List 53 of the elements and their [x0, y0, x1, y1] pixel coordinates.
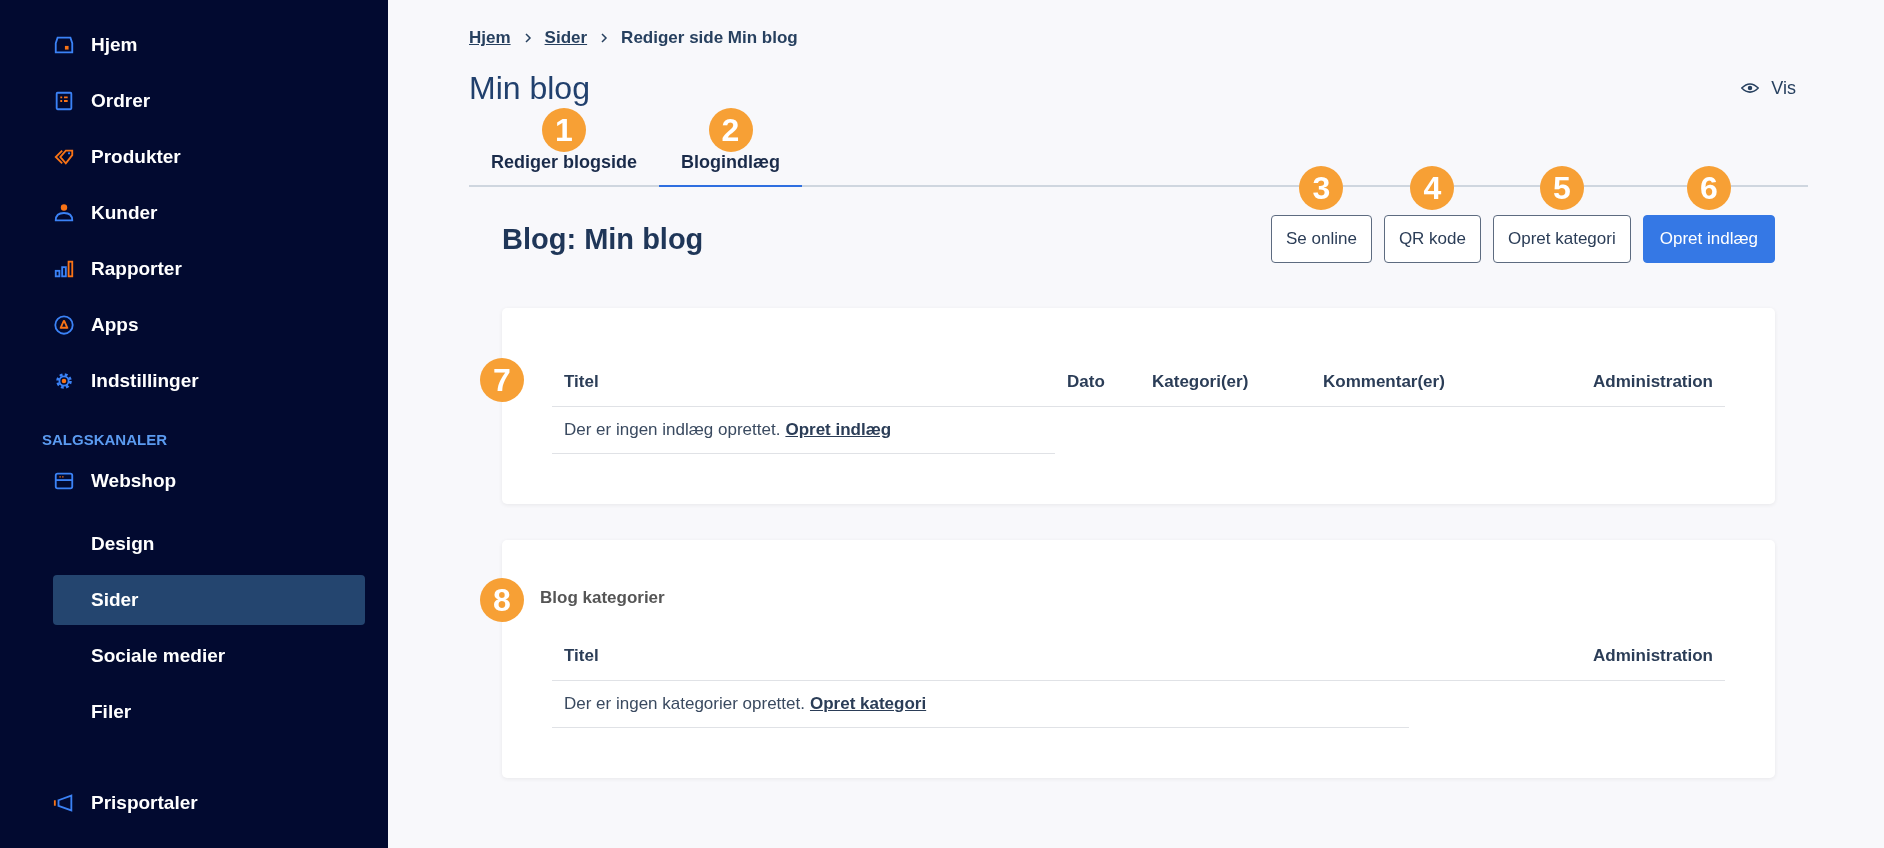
apps-icon: [53, 314, 75, 336]
eye-icon: [1741, 82, 1760, 94]
nav-item[interactable]: Ordrer: [0, 73, 388, 129]
callout-badge: 7: [480, 358, 524, 402]
create-link[interactable]: Opret indlæg: [785, 420, 892, 440]
column-header: Titel: [563, 372, 600, 392]
page-title: Min blog: [469, 69, 590, 108]
callout-badge: 3: [1299, 166, 1344, 210]
nav-subitem[interactable]: Sider: [53, 575, 365, 625]
column-header: Titel: [563, 646, 600, 666]
person-icon: [53, 202, 75, 224]
empty-message: Der er ingen indlæg oprettet.: [564, 420, 781, 440]
chevron-icon: [599, 33, 610, 43]
settings-icon: [53, 370, 75, 392]
nav-item[interactable]: Hjem: [0, 17, 388, 73]
column-header: Administration: [1592, 372, 1714, 392]
home-icon: [53, 34, 75, 56]
callout-badge: 8: [480, 578, 524, 622]
callout-badge: 4: [1410, 166, 1455, 210]
column-header: Kategori(er): [1151, 372, 1250, 392]
callout-badge: 5: [1539, 166, 1584, 210]
section-label: SALGSKANALER: [41, 430, 168, 450]
breadcrumb-link[interactable]: Hjem: [469, 28, 511, 48]
nav-item[interactable]: Produkter: [0, 129, 388, 185]
nav-item[interactable]: Rapporter: [0, 241, 388, 297]
nav-item[interactable]: Apps: [0, 297, 388, 353]
nav-item[interactable]: Indstillinger: [0, 353, 388, 409]
bar-chart-icon: [53, 258, 75, 280]
callout-badge: 1: [542, 108, 586, 152]
nav-item[interactable]: Webshop: [0, 453, 388, 509]
chevron-icon: [522, 33, 533, 43]
column-header: Administration: [1592, 646, 1714, 666]
breadcrumb-current: Rediger side Min blog: [621, 28, 798, 48]
store-icon: [53, 470, 75, 492]
empty-message: Der er ingen kategorier oprettet.: [564, 694, 805, 714]
create-link[interactable]: Opret kategori: [809, 694, 927, 714]
tab[interactable]: Blogindlæg 2: [659, 108, 802, 187]
blog-heading: Blog: Min blog: [502, 222, 704, 256]
nav-subitem[interactable]: Sociale medier: [53, 631, 365, 681]
nav-subitem[interactable]: Design: [53, 519, 365, 569]
nav-item[interactable]: Kunder: [0, 185, 388, 241]
breadcrumb-link[interactable]: Sider: [544, 28, 588, 48]
tab[interactable]: Rediger blogside 1: [469, 108, 660, 187]
megaphone-icon: [53, 792, 75, 814]
column-header: Dato: [1066, 372, 1106, 392]
card-title: Blog kategorier: [540, 588, 666, 608]
column-header: Kommentar(er): [1322, 372, 1446, 392]
callout-badge: 6: [1686, 166, 1731, 210]
nav-item[interactable]: Prisportaler: [0, 775, 388, 831]
nav-subitem[interactable]: Filer: [53, 687, 365, 737]
list-icon: [53, 90, 75, 112]
view-link[interactable]: Vis: [1741, 77, 1796, 99]
callout-badge: 2: [708, 108, 753, 152]
